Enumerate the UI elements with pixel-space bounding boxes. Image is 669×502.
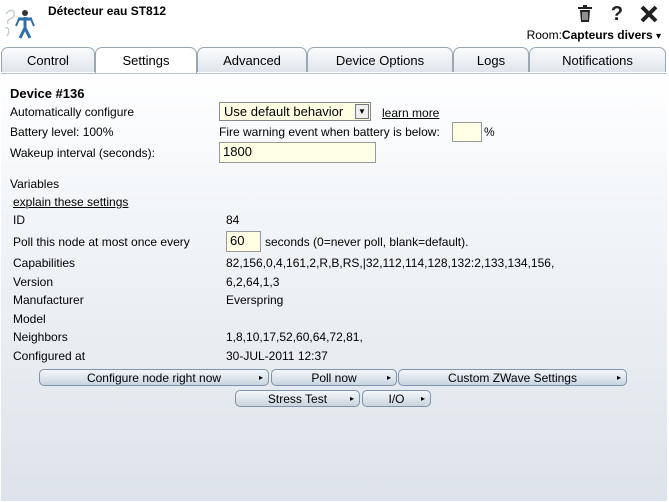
device-person-icon [4, 9, 35, 39]
room-value: Capteurs divers [561, 28, 653, 42]
fire-warning-input[interactable] [452, 122, 482, 142]
chevron-right-icon: ▸ [349, 394, 354, 403]
settings-panel: Device #136 Automatically configure Use … [1, 73, 667, 501]
wakeup-interval-input[interactable]: 1800 [219, 142, 376, 163]
chevron-right-icon: ▸ [258, 373, 263, 382]
battery-level: Battery level: 100% [10, 125, 114, 139]
header-icon-bar: ? [575, 3, 659, 25]
tab-notifications[interactable]: Notifications [529, 47, 666, 72]
tab-logs[interactable]: Logs [453, 47, 529, 72]
configure-node-label: Configure node right now [86, 371, 222, 385]
auto-configure-value: Use default behavior [224, 104, 344, 119]
learn-more-link[interactable]: learn more [382, 106, 439, 120]
id-label: ID [13, 213, 25, 227]
chevron-right-icon: ▸ [386, 373, 391, 382]
manufacturer-label: Manufacturer [13, 293, 84, 307]
chevron-right-icon: ▸ [616, 373, 621, 382]
capabilities-value: 82,156,0,4,161,2,R,B,RS,|32,112,114,128,… [226, 256, 555, 270]
manufacturer-value: Everspring [226, 293, 284, 307]
version-value: 6,2,64,1,3 [226, 275, 280, 289]
configure-node-button[interactable]: Configure node right now ▸ [39, 369, 269, 386]
poll-label: Poll this node at most once every [13, 235, 190, 249]
trash-icon[interactable] [575, 4, 595, 24]
neighbors-label: Neighbors [13, 330, 68, 344]
auto-configure-label: Automatically configure [10, 105, 135, 119]
stress-test-label: Stress Test [267, 392, 328, 406]
custom-zwave-label: Custom ZWave Settings [448, 371, 577, 385]
stress-test-button[interactable]: Stress Test ▸ [235, 390, 360, 407]
tab-control[interactable]: Control [1, 47, 95, 72]
tab-device-options[interactable]: Device Options [307, 47, 453, 72]
poll-interval-input[interactable]: 60 [226, 231, 261, 252]
tab-settings[interactable]: Settings [95, 47, 197, 74]
version-label: Version [13, 275, 54, 289]
configured-at-value: 30-JUL-2011 12:37 [226, 349, 328, 363]
fire-warning-label: Fire warning event when battery is below… [219, 125, 440, 139]
tab-advanced[interactable]: Advanced [197, 47, 307, 72]
room-label: Room: [526, 28, 562, 42]
id-value: 84 [226, 213, 240, 227]
poll-now-button[interactable]: Poll now ▸ [271, 369, 397, 386]
help-icon[interactable]: ? [607, 3, 627, 25]
io-label: I/O [388, 392, 405, 406]
room-dropdown-icon: ▾ [655, 31, 661, 42]
variables-title: Variables [10, 177, 60, 191]
capabilities-label: Capabilities [13, 256, 76, 270]
wakeup-interval-label: Wakeup interval (seconds): [10, 146, 155, 160]
explain-settings-link[interactable]: explain these settings [13, 195, 128, 209]
custom-zwave-settings-button[interactable]: Custom ZWave Settings ▸ [398, 369, 627, 386]
io-button[interactable]: I/O ▸ [362, 390, 431, 407]
device-header: Détecteur eau ST812 ? Room:Capteurs dive… [0, 0, 669, 46]
percent-sign: % [484, 125, 495, 139]
auto-configure-select[interactable]: Use default behavior ▼ [219, 102, 371, 121]
device-number: Device #136 [10, 86, 85, 101]
model-label: Model [13, 312, 46, 326]
poll-now-label: Poll now [311, 371, 357, 385]
chevron-right-icon: ▸ [420, 394, 425, 403]
room-selector[interactable]: Room:Capteurs divers ▾ [527, 28, 661, 42]
neighbors-value: 1,8,10,17,52,60,64,72,81, [226, 330, 363, 344]
device-title: Détecteur eau ST812 [48, 4, 167, 18]
tab-bar: Control Settings Advanced Device Options… [0, 47, 669, 74]
configured-at-label: Configured at [13, 349, 86, 363]
poll-suffix: seconds (0=never poll, blank=default). [265, 235, 469, 249]
close-icon[interactable] [639, 4, 659, 24]
chevron-down-icon: ▼ [355, 104, 369, 119]
